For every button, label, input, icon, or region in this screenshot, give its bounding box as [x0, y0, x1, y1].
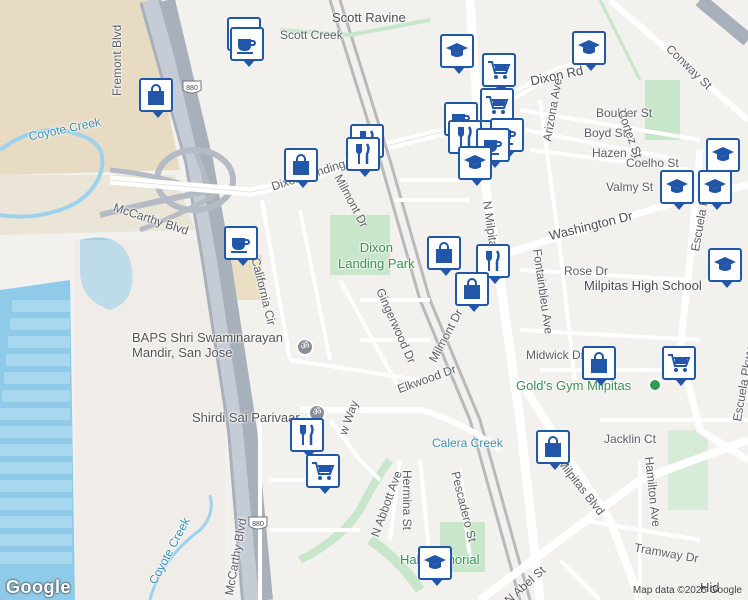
map-canvas[interactable]: Scott Ravine Scott Creek Fremont Blvd Co…: [0, 0, 748, 600]
graduation-cap-icon: [464, 155, 486, 169]
poi-pin-graduation-cap[interactable]: [660, 170, 694, 210]
poi-pin-graduation-cap[interactable]: [708, 248, 742, 288]
label-golds-gym: Gold's Gym Milpitas: [516, 378, 632, 393]
google-logo: Google: [6, 577, 71, 597]
label-hermina-st: Hermina St: [400, 470, 414, 531]
poi-pin-shopping-bag[interactable]: [139, 78, 173, 118]
graduation-cap-icon: [712, 147, 734, 161]
temple-icon: ॐ: [296, 338, 314, 356]
poi-pin-shopping-bag[interactable]: [455, 272, 489, 312]
graduation-cap-icon: [666, 179, 688, 193]
shopping-bag-icon: [464, 278, 480, 299]
shopping-bag-icon: [545, 436, 561, 457]
poi-pin-shopping-cart[interactable]: [480, 88, 514, 128]
poi-pin-shopping-bag[interactable]: [582, 346, 616, 386]
graduation-cap-icon: [578, 40, 600, 54]
highway-880-number-2: 880: [252, 521, 264, 528]
graduation-cap-icon: [714, 257, 736, 271]
shopping-cart-icon: [488, 61, 511, 79]
poi-pin-shopping-cart[interactable]: [306, 454, 340, 494]
restaurant-icon: [356, 143, 370, 164]
shopping-bag-icon: [591, 352, 607, 373]
poi-pin-graduation-cap[interactable]: [418, 546, 452, 586]
poi-pin-shopping-cart[interactable]: [662, 346, 696, 386]
label-rose-dr: Rose Dr: [564, 264, 609, 278]
shopping-cart-icon: [668, 354, 691, 372]
shopping-bag-icon: [148, 84, 164, 105]
cafe-icon: [237, 39, 256, 54]
label-milpitas-high: Milpitas High School: [584, 278, 702, 293]
poi-pin-shopping-bag[interactable]: [284, 148, 318, 188]
highway-880-shield-icon: 880: [182, 80, 202, 94]
cafe-icon: [231, 238, 250, 253]
poi-pin-shopping-cart[interactable]: [482, 53, 516, 93]
label-midwick-dr: Midwick Dr: [526, 348, 585, 362]
shopping-bag-icon: [436, 242, 452, 263]
label-baps-mandir: BAPS Shri Swaminarayan Mandir, San Jose: [132, 330, 284, 360]
graduation-cap-icon: [704, 179, 726, 193]
poi-pin-restaurant[interactable]: [346, 137, 380, 177]
poi-pin-cafe[interactable]: [230, 27, 264, 67]
highway-880-shield-icon-2: 880: [248, 516, 268, 530]
poi-pin-cafe[interactable]: [224, 226, 258, 266]
poi-pin-graduation-cap[interactable]: [698, 170, 732, 210]
label-scott-creek: Scott Creek: [280, 28, 343, 42]
label-valmy-st: Valmy St: [606, 180, 654, 194]
label-shirdi-sai: Shirdi Sai Parivaar: [192, 410, 300, 425]
label-coelho-st: Coelho St: [626, 156, 679, 170]
restaurant-icon: [300, 424, 314, 445]
poi-pin-graduation-cap[interactable]: [458, 146, 492, 186]
label-fremont-blvd: Fremont Blvd: [110, 24, 124, 96]
map-attribution: Map data ©2025 Google: [632, 585, 742, 596]
poi-pin-graduation-cap[interactable]: [706, 138, 740, 178]
label-dixon-landing-park: Dixon Landing Park: [338, 240, 415, 271]
gym-marker-icon[interactable]: [648, 378, 662, 392]
highway-880-number: 880: [186, 85, 198, 92]
poi-pin-graduation-cap[interactable]: [440, 34, 474, 74]
shopping-cart-icon: [486, 96, 509, 114]
label-scott-ravine: Scott Ravine: [332, 10, 406, 25]
shopping-cart-icon: [312, 462, 335, 480]
poi-pin-restaurant[interactable]: [290, 418, 324, 458]
label-jacklin-ct: Jacklin Ct: [604, 432, 657, 446]
graduation-cap-icon: [446, 43, 468, 57]
poi-pin-shopping-bag[interactable]: [427, 236, 461, 276]
graduation-cap-icon: [424, 555, 446, 569]
poi-pin-shopping-bag[interactable]: [536, 430, 570, 470]
restaurant-icon: [486, 250, 500, 271]
label-calera-creek: Calera Creek: [432, 436, 503, 450]
poi-pin-graduation-cap[interactable]: [572, 31, 606, 71]
shopping-bag-icon: [293, 154, 309, 175]
